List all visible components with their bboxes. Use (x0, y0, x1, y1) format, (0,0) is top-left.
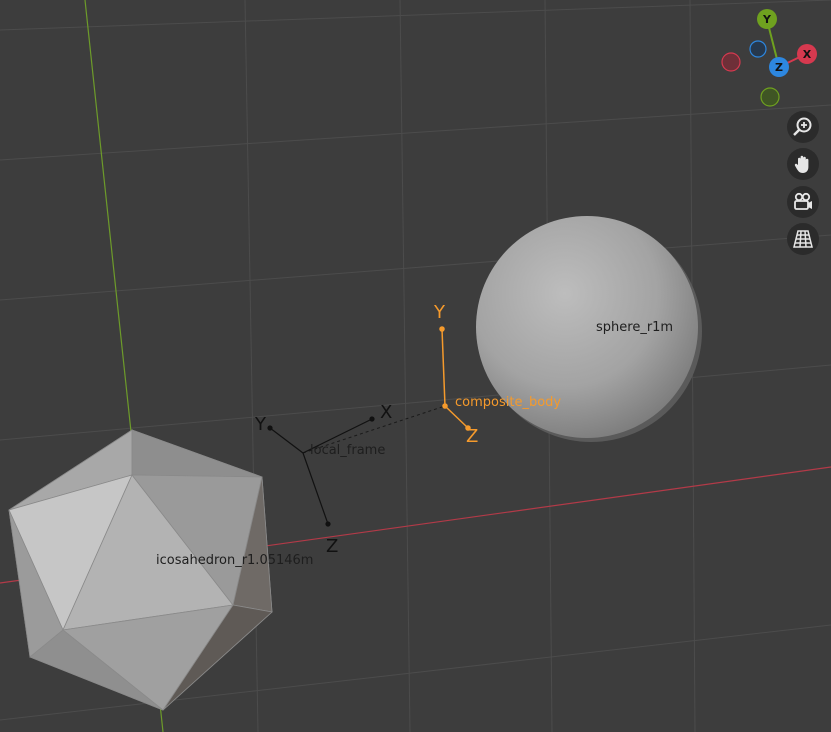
gizmo-neg-x-handle[interactable] (721, 52, 741, 72)
composite-body-empty[interactable] (439, 326, 471, 431)
local-frame-y-axis-label: Y (254, 414, 267, 435)
projection-toggle-button[interactable] (787, 223, 819, 255)
3d-viewport[interactable]: Y Z Y X Z sphere_r1m icosahedron_r1.0514… (0, 0, 831, 732)
navigation-gizmo[interactable]: Y X Z (721, 9, 817, 107)
icosahedron-object[interactable] (8, 429, 273, 711)
local-frame-empty[interactable] (267, 416, 375, 527)
gizmo-neg-z-handle[interactable] (749, 40, 767, 58)
camera-view-button[interactable] (787, 186, 819, 218)
svg-text:X: X (803, 48, 812, 61)
icosahedron-label: icosahedron_r1.05146m (156, 553, 313, 568)
zoom-icon (793, 117, 812, 136)
hand-pan-icon (794, 155, 809, 173)
pan-button[interactable] (787, 148, 819, 180)
svg-text:Y: Y (762, 13, 772, 26)
composite-z-axis-label: Z (466, 426, 478, 447)
composite-body-label: composite_body (455, 395, 561, 410)
camera-icon (794, 192, 812, 210)
sphere-label: sphere_r1m (596, 320, 673, 335)
local-frame-label: local_frame (310, 443, 385, 458)
grid-ortho-icon (793, 230, 813, 248)
local-frame-x-axis-label: X (380, 402, 392, 423)
gizmo-neg-y-handle[interactable] (760, 87, 780, 107)
composite-y-axis-label: Y (433, 302, 446, 323)
zoom-button[interactable] (787, 111, 819, 143)
svg-text:Z: Z (775, 61, 783, 74)
local-frame-z-axis-label: Z (326, 536, 338, 557)
